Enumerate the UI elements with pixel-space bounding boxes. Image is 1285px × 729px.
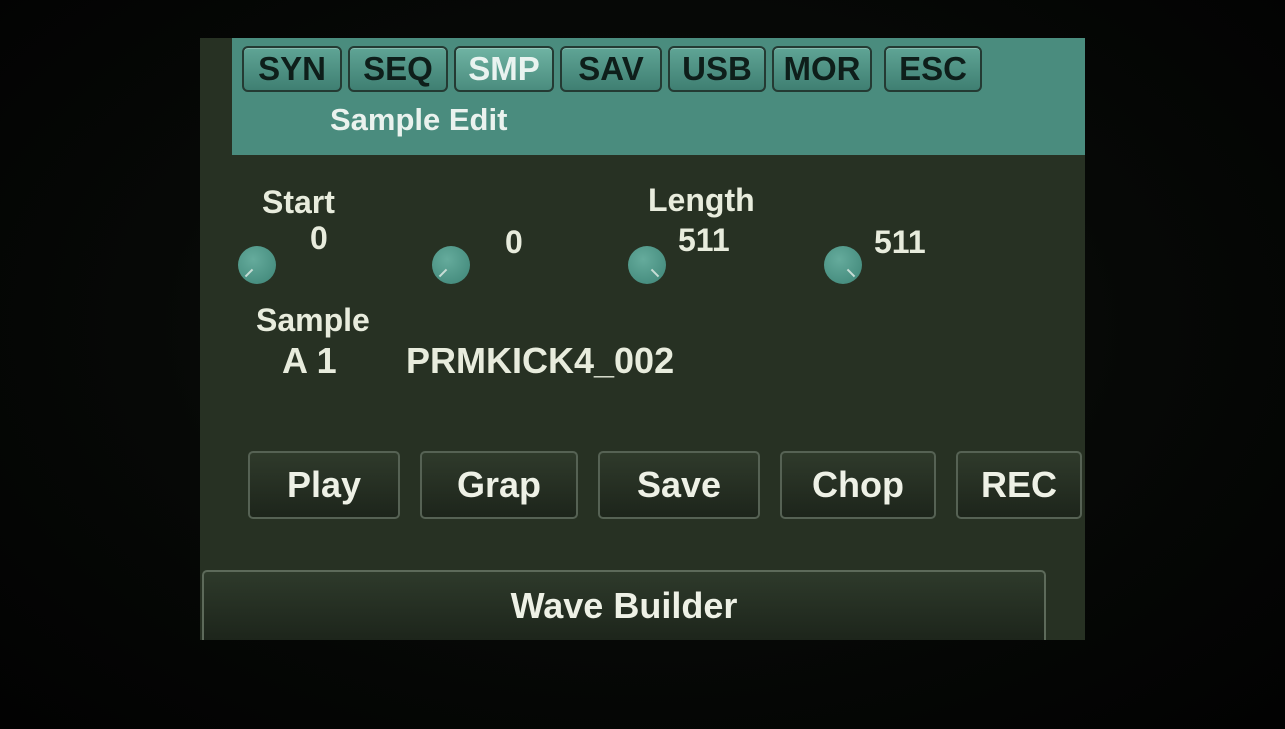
graph-button[interactable]: Grap xyxy=(420,451,578,519)
length-fine-knob[interactable] xyxy=(824,246,862,284)
tab-syn[interactable]: SYN xyxy=(242,46,342,92)
start-value: 0 xyxy=(310,220,328,256)
rec-button[interactable]: REC xyxy=(956,451,1082,519)
sample-name[interactable]: PRMKICK4_002 xyxy=(406,340,674,382)
length-label: Length xyxy=(648,182,755,218)
tab-esc[interactable]: ESC xyxy=(884,46,982,92)
length-fine-value: 511 xyxy=(874,224,926,260)
tab-sav[interactable]: SAV xyxy=(560,46,662,92)
start-label: Start xyxy=(262,184,335,220)
play-button[interactable]: Play xyxy=(248,451,400,519)
length-knob[interactable] xyxy=(628,246,666,284)
tab-smp[interactable]: SMP xyxy=(454,46,554,92)
tab-seq[interactable]: SEQ xyxy=(348,46,448,92)
lcd-screen: SYN SEQ SMP SAV USB MOR ESC Sample Edit … xyxy=(200,38,1085,640)
save-button[interactable]: Save xyxy=(598,451,760,519)
sample-bank[interactable]: A 1 xyxy=(282,340,337,382)
start-knob[interactable] xyxy=(238,246,276,284)
tab-mor[interactable]: MOR xyxy=(772,46,872,92)
wave-builder-button[interactable]: Wave Builder xyxy=(202,570,1046,640)
length-value: 511 xyxy=(678,222,730,258)
tab-usb[interactable]: USB xyxy=(668,46,766,92)
chop-button[interactable]: Chop xyxy=(780,451,936,519)
start-fine-knob[interactable] xyxy=(432,246,470,284)
page-title: Sample Edit xyxy=(330,102,508,137)
sample-label: Sample xyxy=(256,302,370,338)
start-fine-value: 0 xyxy=(505,224,523,260)
